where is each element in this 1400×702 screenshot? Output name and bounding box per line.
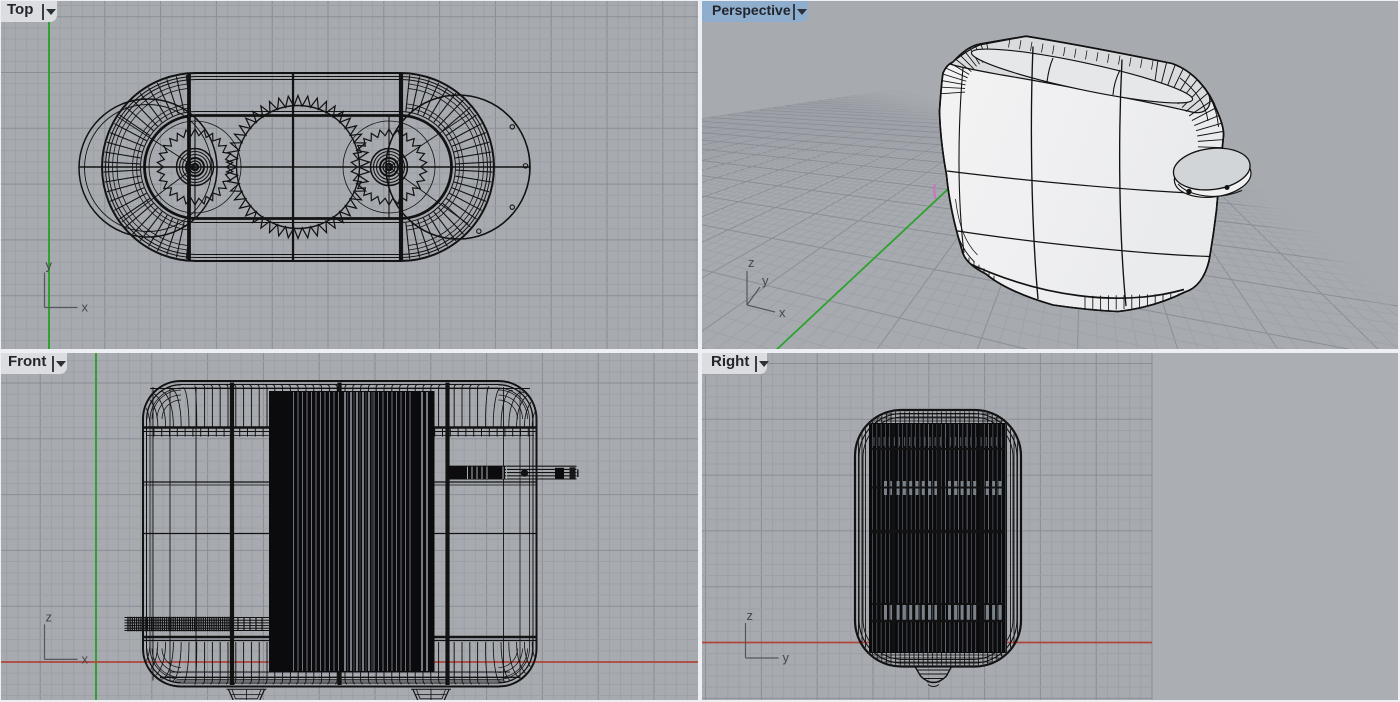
svg-text:x: x	[779, 305, 786, 320]
svg-text:z: z	[748, 255, 755, 270]
svg-text:x: x	[82, 651, 89, 666]
svg-text:z: z	[747, 608, 754, 623]
svg-text:y: y	[46, 258, 53, 273]
svg-text:y: y	[783, 650, 790, 665]
svg-text:z: z	[46, 609, 53, 624]
svg-text:x: x	[82, 300, 89, 315]
svg-text:y: y	[762, 273, 769, 288]
